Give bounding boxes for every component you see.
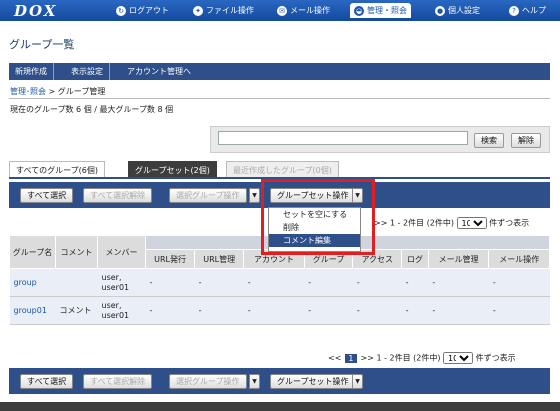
menu-display-settings[interactable]: 表示設定 bbox=[65, 63, 110, 80]
breadcrumb-link-admin[interactable]: 管理･照会 bbox=[10, 87, 46, 96]
column-header-log: ログ bbox=[401, 249, 429, 269]
admin-icon: ◒ bbox=[354, 5, 364, 16]
table-row[interactable]: group user, user01 - - - - - - - - bbox=[9, 268, 550, 297]
page-number[interactable]: 1 bbox=[345, 353, 357, 363]
select-all-button[interactable]: すべて選択 bbox=[20, 188, 74, 203]
column-header-mail-manage: メール管理 bbox=[427, 249, 490, 269]
group-name-link[interactable]: group bbox=[14, 278, 37, 287]
group-name-link[interactable]: group01 bbox=[14, 306, 47, 315]
chevron-down-icon[interactable]: ▼ bbox=[249, 188, 260, 203]
clear-button[interactable]: 解除 bbox=[511, 133, 541, 148]
tab-recent-groups[interactable]: 最近作成したグループ(0個) bbox=[226, 161, 339, 178]
tab-all-groups[interactable]: すべてのグループ(6個) bbox=[9, 161, 105, 178]
nav-personal-settings[interactable]: ● 個人設定 bbox=[435, 3, 480, 18]
user-icon: ● bbox=[435, 5, 445, 16]
selected-group-op-button[interactable]: 選択グループ操作 bbox=[169, 374, 247, 389]
divider bbox=[9, 98, 550, 99]
help-icon: ? bbox=[509, 5, 519, 16]
nav-logout[interactable]: ↻ ログアウト bbox=[116, 3, 169, 18]
column-header-url-issue: URL発行 bbox=[144, 249, 196, 269]
column-header-url-manage: URL管理 bbox=[194, 249, 245, 269]
breadcrumb-current: グループ管理 bbox=[57, 87, 106, 96]
chevron-down-icon[interactable]: ▼ bbox=[249, 374, 260, 389]
menu-account-management[interactable]: アカウント管理へ bbox=[121, 63, 197, 80]
column-header-members: メンバー bbox=[97, 235, 146, 269]
chevron-down-icon[interactable]: ▼ bbox=[352, 374, 363, 389]
logout-icon: ↻ bbox=[116, 5, 126, 16]
nav-help[interactable]: ? ヘルプ bbox=[509, 3, 546, 18]
groupset-op-button[interactable]: グループセット操作 bbox=[270, 374, 356, 389]
pager-top: >> 1 - 2件目 (2件中) 10 件ずつ表示 bbox=[374, 217, 529, 229]
nav-admin[interactable]: ◒ 管理・照会 bbox=[350, 3, 411, 18]
tab-group-sets[interactable]: グループセット(2個) bbox=[128, 161, 217, 178]
column-header-mail-op: メール操作 bbox=[488, 249, 550, 269]
action-menu-bar: 新規作成 表示設定 アカウント管理へ bbox=[9, 63, 550, 80]
page-title: グループ一覧 bbox=[9, 38, 75, 51]
top-navigation-bar: DOX ↻ ログアウト ✦ ファイル操作 ✉ メール操作 ◒ 管理・照会 ● 個人設定 ?… bbox=[0, 0, 560, 21]
highlight-box bbox=[261, 179, 375, 255]
app-logo: DOX bbox=[14, 2, 58, 20]
search-input[interactable] bbox=[218, 131, 468, 145]
mail-icon: ✉ bbox=[277, 5, 287, 16]
table-row[interactable]: group01 コメント user, user01 - - - - - - - … bbox=[9, 296, 550, 325]
deselect-all-button[interactable]: すべて選択解除 bbox=[83, 188, 153, 203]
pager-bottom: << 1 >> 1 - 2件目 (2件中) 10 件ずつ表示 bbox=[328, 352, 516, 364]
file-icon: ✦ bbox=[193, 5, 203, 16]
column-header-comment: コメント bbox=[55, 235, 98, 269]
column-header-name[interactable]: グループ名 bbox=[9, 235, 56, 269]
per-page-select[interactable]: 10 bbox=[456, 217, 487, 229]
selected-group-op-button[interactable]: 選択グループ操作 bbox=[169, 188, 247, 203]
group-count-text: 現在のグループ数 6 個 / 最大グループ数 8 個 bbox=[10, 105, 174, 114]
nav-mail-operation[interactable]: ✉ メール操作 bbox=[277, 3, 330, 18]
search-button[interactable]: 検索 bbox=[474, 133, 504, 148]
deselect-all-button[interactable]: すべて選択解除 bbox=[83, 374, 153, 389]
per-page-select[interactable]: 10 bbox=[443, 352, 474, 364]
menu-new[interactable]: 新規作成 bbox=[9, 63, 54, 80]
breadcrumb: 管理･照会 > グループ管理 bbox=[10, 87, 106, 96]
nav-file-operation[interactable]: ✦ ファイル操作 bbox=[193, 3, 254, 18]
footer-bar bbox=[0, 402, 560, 411]
select-all-button[interactable]: すべて選択 bbox=[20, 374, 74, 389]
